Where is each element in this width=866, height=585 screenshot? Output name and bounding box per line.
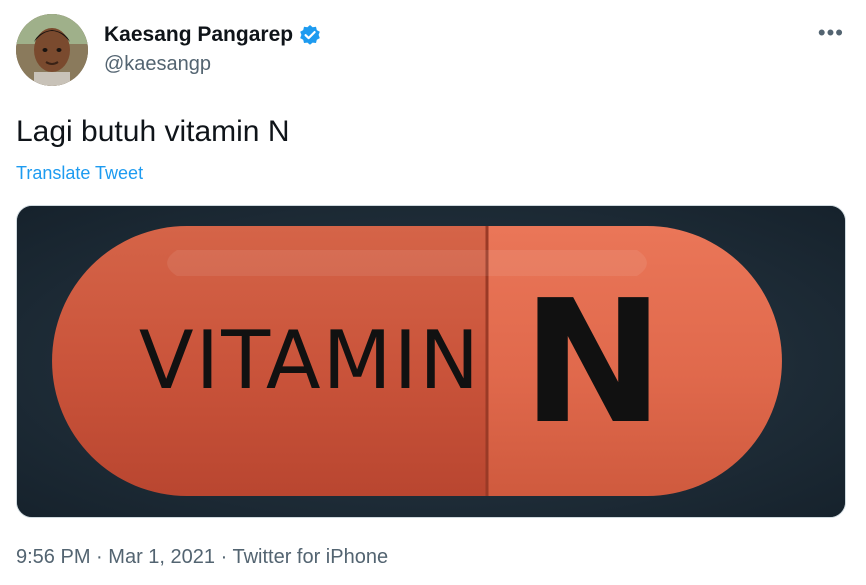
meta-separator: · (96, 546, 103, 568)
tweet-time[interactable]: 9:56 PM (16, 546, 90, 568)
verified-badge-icon (299, 24, 321, 46)
tweet-text: Lagi butuh vitamin N (16, 115, 290, 148)
pill-right-text: N (522, 264, 664, 462)
meta-separator: · (220, 546, 228, 568)
tweet-meta: 9:56 PM · Mar 1, 2021 · Twitter for iPho… (16, 544, 388, 570)
pill-left-text: VITAMIN (139, 314, 481, 407)
more-options-icon[interactable]: ••• (818, 22, 844, 44)
author-display-name[interactable]: Kaesang Pangarep (104, 22, 293, 48)
vitamin-pill-image: VITAMIN N (17, 206, 845, 517)
tweet-source[interactable]: Twitter for iPhone (232, 546, 388, 568)
tweet-date[interactable]: Mar 1, 2021 (108, 546, 215, 568)
tweet-media-image[interactable]: VITAMIN N (16, 205, 846, 518)
author-handle[interactable]: @kaesangp (104, 52, 211, 76)
avatar-image (16, 14, 88, 86)
author-name-row: Kaesang Pangarep (104, 22, 321, 48)
translate-tweet-link[interactable]: Translate Tweet (16, 162, 143, 184)
tweet: Kaesang Pangarep @kaesangp ••• Lagi butu… (0, 0, 866, 585)
avatar[interactable] (16, 14, 88, 86)
